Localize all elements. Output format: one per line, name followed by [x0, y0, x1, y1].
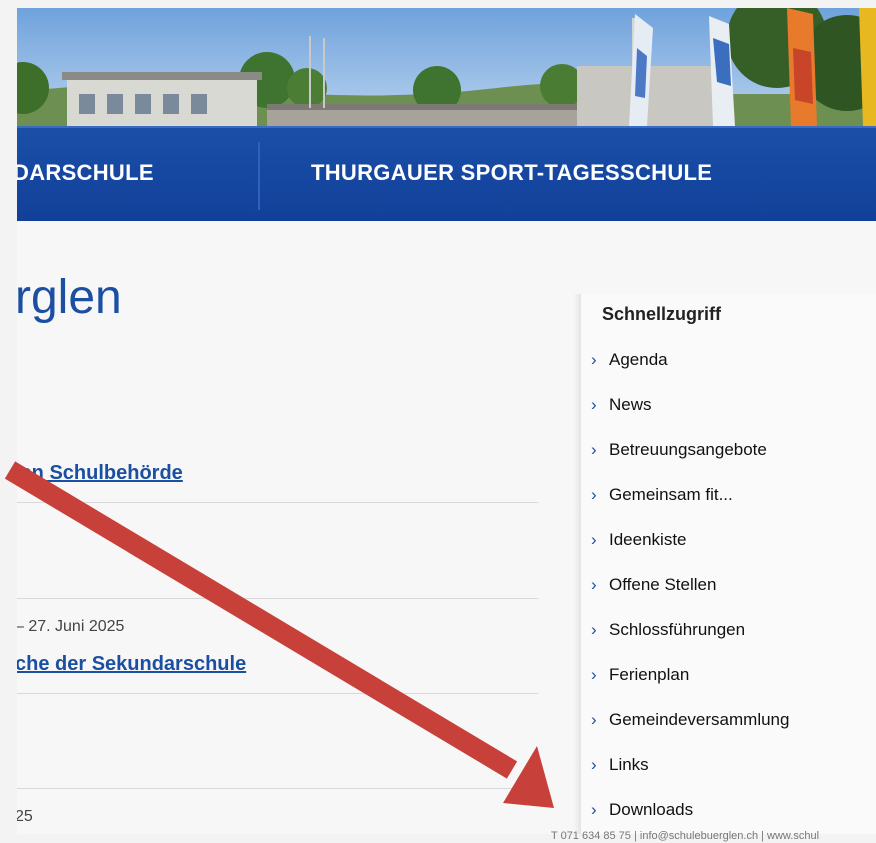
chevron-right-icon: ›: [591, 440, 597, 459]
quick-link-betreuungsangebote[interactable]: › Betreuungsangebote: [591, 440, 789, 485]
quick-link-offene-stellen[interactable]: › Offene Stellen: [591, 575, 789, 620]
quick-link-label: Ferienplan: [609, 665, 690, 684]
nav-item-sport-tagesschule[interactable]: THURGAUER SPORT-TAGESSCHULE: [311, 160, 712, 186]
chevron-right-icon: ›: [591, 800, 597, 819]
chevron-right-icon: ›: [591, 755, 597, 774]
quick-access-panel: Schnellzugriff › Agenda › News › Betreuungs…: [581, 294, 876, 834]
quick-link-label: Offene Stellen: [609, 575, 717, 594]
quick-link-gemeinsam-fit[interactable]: › Gemeinsam fit...: [591, 485, 789, 530]
news-divider: [17, 502, 538, 503]
header-banner-image: [17, 8, 876, 126]
news-divider: [17, 598, 538, 599]
quick-link-label: News: [609, 395, 652, 414]
news-item-date: 25: [17, 808, 33, 825]
quick-link-label: Downloads: [609, 800, 694, 819]
quick-link-gemeindeversammlung[interactable]: › Gemeindeversammlung: [591, 710, 789, 755]
news-divider: [17, 788, 538, 789]
chevron-right-icon: ›: [591, 620, 597, 639]
news-item-date: – 27. Juni 2025: [17, 618, 125, 635]
quick-link-label: Schlossführungen: [609, 620, 746, 639]
news-item-link[interactable]: len Schulbehörde: [17, 462, 183, 485]
quick-access-title: Schnellzugriff: [602, 304, 722, 324]
chevron-right-icon: ›: [591, 530, 597, 549]
footer-contact: T 071 634 85 75 | info@schulebuerglen.ch…: [551, 830, 820, 842]
quick-link-label: Gemeinsam fit...: [609, 485, 733, 504]
chevron-right-icon: ›: [591, 395, 597, 414]
chevron-right-icon: ›: [591, 575, 597, 594]
nav-divider: [258, 142, 260, 210]
quick-link-label: Ideenkiste: [609, 530, 687, 549]
quick-link-label: Agenda: [609, 350, 668, 369]
quick-link-label: Gemeindeversammlung: [609, 710, 790, 729]
quick-link-ideenkiste[interactable]: › Ideenkiste: [591, 530, 789, 575]
quick-link-ferienplan[interactable]: › Ferienplan: [591, 665, 789, 710]
page: DARSCHULE THURGAUER SPORT-TAGESSCHULE rg…: [17, 8, 876, 834]
chevron-right-icon: ›: [591, 710, 597, 729]
chevron-right-icon: ›: [591, 350, 597, 369]
quick-link-agenda[interactable]: › Agenda: [591, 350, 789, 395]
quick-link-schlossfuehrungen[interactable]: › Schlossführungen: [591, 620, 789, 665]
quick-access-list: › Agenda › News › Betreuungsangebote › Gemei…: [591, 350, 789, 834]
page-title: rglen: [17, 271, 122, 324]
chevron-right-icon: ›: [591, 665, 597, 684]
quick-link-links[interactable]: › Links: [591, 755, 789, 800]
main-navigation: DARSCHULE THURGAUER SPORT-TAGESSCHULE: [17, 126, 876, 221]
quick-link-label: Betreuungsangebote: [609, 440, 767, 459]
quick-link-downloads[interactable]: › Downloads: [591, 800, 789, 834]
nav-item-sekundarschule[interactable]: DARSCHULE: [17, 160, 154, 186]
quick-link-news[interactable]: › News: [591, 395, 789, 440]
news-item-link[interactable]: che der Sekundarschule: [17, 653, 246, 676]
news-divider: [17, 693, 538, 694]
chevron-right-icon: ›: [591, 485, 597, 504]
quick-link-label: Links: [609, 755, 649, 774]
